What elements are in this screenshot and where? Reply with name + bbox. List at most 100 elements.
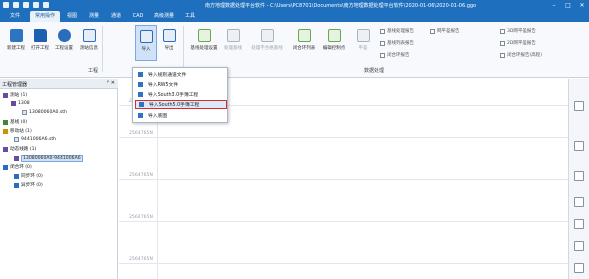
tree-node-baselines[interactable]: 基线 (0) — [3, 119, 27, 125]
export-button[interactable]: 导出 — [158, 25, 180, 61]
y-coordinate-label: 2564765N — [129, 131, 153, 136]
open-project-button[interactable]: 打开工程 — [29, 25, 51, 61]
tab-advanced[interactable]: 高级测量 — [150, 11, 178, 22]
title-bar: 南方地理数据处理平台软件 - C:\Users\PC8701\Documents… — [0, 0, 589, 11]
process-icon — [226, 29, 240, 42]
route-icon — [3, 146, 8, 152]
baseline-report-checkbox[interactable]: 基线处理报告 — [380, 28, 414, 34]
layer-icon[interactable] — [574, 171, 584, 181]
menu-item-import-basemap[interactable]: 导入底图 — [135, 111, 227, 120]
import-file-icon — [138, 72, 143, 77]
adjust-icon — [356, 29, 370, 42]
folder-icon — [33, 29, 47, 42]
import-button[interactable]: 导入 — [135, 25, 157, 61]
baseline-icon — [3, 119, 8, 125]
menu-item-import-south5[interactable]: 导入South5.0手簿工程 — [135, 100, 227, 109]
loop-icon — [3, 164, 8, 170]
loop-icon — [14, 182, 19, 188]
group-project-label: 工程 — [88, 68, 99, 74]
process-bad-icon — [260, 29, 274, 42]
menu-item-import-south3[interactable]: 导入South3.0手簿工程 — [135, 90, 227, 99]
process-baseline-button[interactable]: 处理基线 — [222, 25, 244, 61]
document-icon — [82, 29, 96, 42]
control-point-icon — [327, 29, 341, 42]
menu-item-import-rule-file[interactable]: 导入规则通道文件 — [135, 70, 227, 79]
menu-bar: 文件 常用操作 视图 测量 通道 CAD 高级测量 工具 — [0, 11, 589, 22]
project-settings-button[interactable]: 工程设置 — [53, 25, 75, 61]
import-file-icon — [139, 102, 144, 107]
menu-item-import-rw5[interactable]: 导入RW5文件 — [135, 80, 227, 89]
tab-cad[interactable]: CAD — [128, 11, 148, 22]
loop-icon — [297, 29, 311, 42]
grid-line — [119, 179, 568, 180]
tree-node-1308[interactable]: 1308 — [11, 101, 30, 106]
tab-common[interactable]: 常用操作 — [30, 11, 60, 22]
ribbon-separator — [102, 26, 103, 72]
plus-icon — [9, 29, 23, 42]
gear-icon — [57, 29, 71, 42]
tab-channel[interactable]: 通道 — [106, 11, 126, 22]
group-processing-label: 数据处理 — [364, 68, 385, 74]
loop-report-checkbox[interactable]: 闭合环报告 — [380, 52, 410, 58]
baseline-icon — [197, 29, 211, 42]
tab-tools[interactable]: 工具 — [180, 11, 200, 22]
tree-node-loops[interactable]: 闭合环 (0) — [3, 164, 32, 170]
import-file-icon — [138, 82, 143, 87]
tab-file[interactable]: 文件 — [4, 11, 26, 22]
3d-report-checkbox[interactable]: 3D网平差报告 — [500, 28, 536, 34]
tree-node-stations[interactable]: 测站 (1) — [3, 92, 27, 98]
panel-pin-close[interactable]: ᵖ ✕ — [107, 80, 115, 86]
file-icon — [22, 110, 27, 115]
adjust-report-checkbox[interactable]: 网平差报告 — [430, 28, 460, 34]
right-toolbar — [568, 79, 589, 279]
select-icon[interactable] — [574, 197, 584, 207]
adjustment-button[interactable]: 平差 — [352, 25, 374, 61]
y-coordinate-label: 2564765N — [129, 173, 153, 178]
project-tree: 测站 (1) 1308 13080060A0.sth 基线 (0) 移动站 (1… — [0, 89, 118, 279]
new-project-button[interactable]: 新建工程 — [5, 25, 27, 61]
import-icon — [139, 30, 153, 43]
station-info-button[interactable]: 测站信息 — [78, 25, 100, 61]
pan-icon[interactable] — [574, 141, 584, 151]
loop-height-report-checkbox[interactable]: 闭合环报告(高程) — [500, 52, 542, 58]
close-button[interactable]: ✕ — [575, 0, 589, 11]
rover-icon — [3, 128, 8, 134]
settings-icon[interactable] — [43, 2, 49, 8]
station-icon — [11, 101, 16, 106]
station-icon — [3, 92, 8, 98]
panel-title: 工程管理器 — [2, 82, 28, 88]
y-coordinate-label: 2564765N — [129, 257, 153, 262]
process-unqualified-button[interactable]: 处理不合格基线 — [248, 25, 286, 61]
baseline-settings-button[interactable]: 基线处理设置 — [188, 25, 220, 61]
2d-report-checkbox[interactable]: 2D网平差报告 — [500, 40, 536, 46]
grid-line — [119, 221, 568, 222]
tab-measure[interactable]: 测量 — [84, 11, 104, 22]
measure-icon[interactable] — [574, 219, 584, 229]
loop-icon — [14, 173, 19, 179]
project-manager-header: 工程管理器 ᵖ ✕ — [0, 79, 118, 89]
file-icon — [14, 137, 19, 142]
tree-node-sync-loops[interactable]: 同步环 (0) — [14, 173, 43, 179]
edit-icon[interactable] — [574, 241, 584, 251]
maximize-button[interactable]: □ — [561, 0, 575, 11]
import-dropdown-menu: 导入规则通道文件 导入RW5文件 导入South3.0手簿工程 导入South5… — [132, 67, 228, 123]
edit-control-button[interactable]: 编辑控制点 — [320, 25, 348, 61]
tab-view[interactable]: 视图 — [62, 11, 82, 22]
loop-list-button[interactable]: 闭合环列表 — [290, 25, 318, 61]
zoom-icon[interactable] — [574, 101, 584, 111]
grid-icon[interactable] — [574, 263, 584, 273]
window-title: 南方地理数据处理平台软件 - C:\Users\PC8701\Documents… — [205, 3, 477, 9]
new-icon[interactable] — [13, 2, 19, 8]
tree-node-dynamic-lines[interactable]: 动态线路 (1) — [3, 146, 36, 152]
tree-node-file[interactable]: 13080060A0.sth — [22, 110, 67, 115]
tree-node-rover-file[interactable]: 9441006A6.sth — [14, 137, 56, 142]
save-icon[interactable] — [23, 2, 29, 8]
ribbon-separator — [183, 26, 184, 72]
ribbon: 新建工程 打开工程 工程设置 测站信息 导入 导出 基线处理设置 处理基线 处理… — [0, 22, 589, 78]
gear-icon[interactable] — [33, 2, 39, 8]
tree-node-dynamic-line[interactable]: 13080060A0-9441006A6 — [14, 155, 83, 162]
minimize-button[interactable]: – — [547, 0, 561, 11]
tree-node-rovers[interactable]: 移动站 (1) — [3, 128, 32, 134]
baseline-list-checkbox[interactable]: 基线列表报告 — [380, 40, 414, 46]
tree-node-async-loops[interactable]: 异步环 (0) — [14, 182, 43, 188]
